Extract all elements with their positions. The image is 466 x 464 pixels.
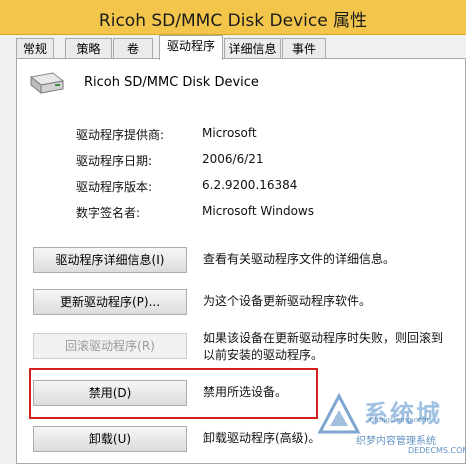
version-value: 6.2.9200.16384 [202,178,298,192]
date-value: 2006/6/21 [202,152,264,166]
signer-value: Microsoft Windows [202,204,314,218]
title-bar: Ricoh SD/MMC Disk Device 属性 [0,0,466,35]
provider-value: Microsoft [202,126,257,140]
rollback-driver-button[interactable]: 回滚驱动程序(R) [33,333,187,359]
provider-label: 驱动程序提供商: [76,128,165,142]
watermark-small: xitongcheng.com [368,416,429,424]
device-name: Ricoh SD/MMC Disk Device [84,75,259,90]
tab-events[interactable]: 事件 [282,38,326,58]
watermark: 系统城 xitongcheng.com 织梦内容管理系统 DEDECMS.COM [312,388,466,460]
rollback-desc-line2: 以前安装的驱动程序。 [203,348,324,362]
date-label: 驱动程序日期: [76,154,153,168]
tab-volumes[interactable]: 卷 [113,38,153,58]
watermark-line1: 织梦内容管理系统 [356,436,436,447]
highlight-box [29,368,318,419]
tab-driver[interactable]: 驱动程序 [159,35,223,60]
watermark-line2: DEDECMS.COM [408,446,466,455]
window-title: Ricoh SD/MMC Disk Device 属性 [98,11,368,31]
signer-label: 数字签名者: [76,206,141,220]
driver-details-button[interactable]: 驱动程序详细信息(I) [33,247,187,273]
tab-policies[interactable]: 策略 [65,38,112,58]
version-label: 驱动程序版本: [76,180,153,194]
rollback-driver-description: 如果该设备在更新驱动程序时失败，则回滚到 以前安装的驱动程序。 [203,330,443,364]
uninstall-driver-description: 卸载驱动程序(高级)。 [203,431,321,445]
update-driver-button[interactable]: 更新驱动程序(P)... [33,289,187,315]
disk-drive-icon [27,69,65,101]
tab-details[interactable]: 详细信息 [224,38,281,58]
rollback-desc-line1: 如果该设备在更新驱动程序时失败，则回滚到 [203,331,444,345]
tab-general[interactable]: 常规 [16,38,54,58]
update-driver-description: 为这个设备更新驱动程序软件。 [203,294,372,308]
driver-details-description: 查看有关驱动程序文件的详细信息。 [203,252,396,266]
uninstall-driver-button[interactable]: 卸载(U) [33,426,187,452]
